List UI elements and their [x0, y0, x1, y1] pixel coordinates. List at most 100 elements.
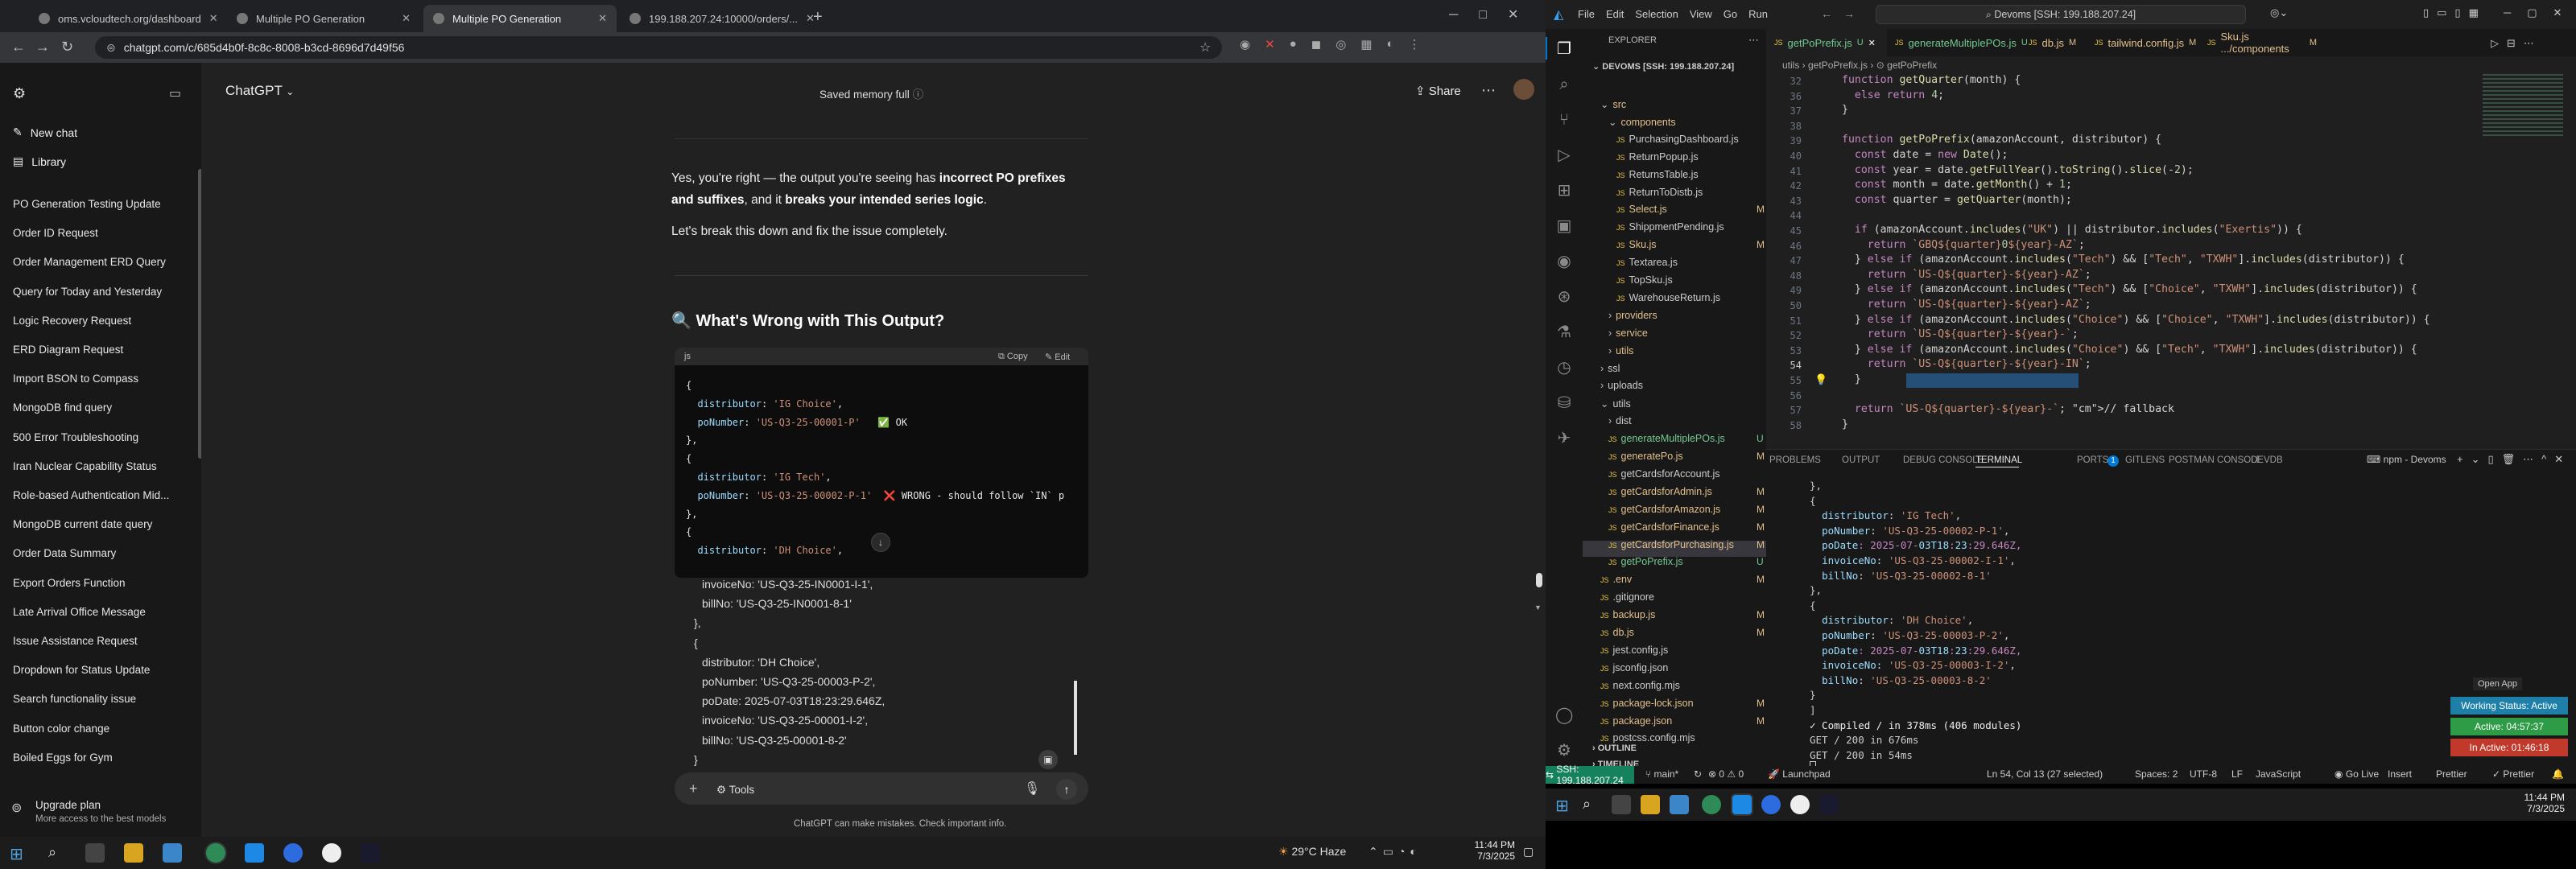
sidebar-history-item[interactable]: Late Arrival Office Message — [13, 606, 146, 618]
git-branch[interactable]: ⑂ main* — [1645, 768, 1678, 780]
file-item[interactable]: JS package-lock.json — [1600, 698, 1694, 709]
sidebar-history-item[interactable]: Order Data Summary — [13, 547, 116, 559]
search-icon[interactable]: ⌕ — [1583, 796, 1591, 813]
task-view-icon[interactable] — [85, 843, 105, 863]
file-item[interactable]: JS backup.js — [1600, 609, 1655, 620]
file-explorer-icon[interactable] — [1641, 795, 1660, 814]
working-status-badge[interactable]: Working Status: Active — [2450, 697, 2568, 715]
testing-icon[interactable]: ⚗ — [1555, 323, 1573, 341]
model-selector[interactable]: ChatGPT ⌄ — [225, 83, 294, 99]
add-attachment-icon[interactable]: + — [689, 780, 698, 797]
source-control-icon[interactable]: ⑂ — [1555, 111, 1573, 129]
file-item[interactable]: JS ShippmentPending.js — [1616, 221, 1724, 233]
app-icon[interactable] — [1819, 795, 1839, 814]
file-item[interactable]: JS getPoPrefix.js — [1608, 556, 1683, 567]
file-item[interactable]: JS getCardsforAmazon.js — [1608, 504, 1720, 515]
sidebar-toggle-icon[interactable]: ▭ — [169, 85, 181, 101]
indentation[interactable]: Spaces: 2 — [2135, 768, 2178, 780]
file-item[interactable]: JS ReturnToDistb.js — [1616, 187, 1703, 198]
encoding[interactable]: UTF-8 — [2190, 768, 2217, 780]
window-controls[interactable]: ─□✕ — [1449, 6, 1539, 23]
scroll-down-icon[interactable]: ↓ — [871, 533, 890, 552]
file-item[interactable]: JS getCardsforAdmin.js — [1608, 486, 1712, 497]
edit-button[interactable]: ✎ Edit — [1045, 352, 1070, 362]
extension-icon[interactable]: ◼ — [1311, 37, 1321, 56]
editor-tab[interactable]: JS Sku.js .../components M — [2199, 29, 2325, 56]
file-item[interactable]: JS ReturnPopup.js — [1616, 151, 1699, 163]
library-button[interactable]: ▤ Library — [13, 154, 66, 168]
end-of-line[interactable]: LF — [2231, 768, 2243, 780]
terminal-selector[interactable]: ⌨ npm - Devoms — [2367, 454, 2446, 465]
window-controls[interactable]: ─▢✕ — [2504, 6, 2576, 19]
timeline-icon[interactable]: ◷ — [1555, 359, 1573, 377]
menu-item[interactable]: Go — [1724, 8, 1737, 20]
sidebar-history-item[interactable]: PO Generation Testing Update — [13, 198, 161, 210]
file-item[interactable]: JS Textarea.js — [1616, 257, 1678, 268]
file-item[interactable]: JS getCardsforAccount.js — [1608, 468, 1720, 480]
cursor-position[interactable]: Ln 54, Col 13 (27 selected) — [1987, 768, 2103, 780]
prettier-status[interactable]: Prettier — [2436, 768, 2467, 780]
folder-item[interactable]: ⌄ utils — [1600, 397, 1631, 410]
nav-back-icon[interactable]: ← — [1821, 7, 1832, 20]
copilot-icon[interactable]: ◎⌄ — [2270, 6, 2288, 19]
extensions-icon[interactable]: ⊞ — [1555, 182, 1573, 200]
browser-tab-po-1[interactable]: Multiple PO Generation ✕ — [227, 5, 420, 32]
editor-tab[interactable]: JS getPoPrefix.js U ✕ — [1766, 29, 1887, 56]
bookmark-star-icon[interactable]: ☆ — [1199, 39, 1211, 56]
outline-section[interactable]: › OUTLINE — [1592, 743, 1637, 753]
nav-forward-icon[interactable]: → — [1843, 7, 1855, 20]
app-icon[interactable] — [1790, 795, 1810, 814]
problems-indicator[interactable]: ⊗ 0 ⚠ 0 — [1708, 768, 1744, 780]
chrome-icon[interactable] — [1702, 795, 1721, 814]
menu-item[interactable]: Selection — [1635, 8, 1678, 20]
sidebar-history-item[interactable]: 500 Error Troubleshooting — [13, 431, 138, 443]
file-item[interactable]: JS .gitignore — [1600, 591, 1654, 603]
file-item[interactable]: JS Sku.js — [1616, 239, 1657, 250]
insert-mode[interactable]: Insert — [2388, 768, 2412, 780]
more-actions-icon[interactable]: ⋯ — [1748, 34, 1759, 47]
openai-logo-icon[interactable]: ⚙ — [13, 85, 26, 102]
sync-icon[interactable]: ↻ — [1694, 768, 1702, 780]
close-icon[interactable]: ✕ — [209, 12, 218, 25]
store-icon[interactable] — [1670, 795, 1689, 814]
memory-status[interactable]: Saved memory full ⓘ — [819, 85, 923, 101]
close-icon[interactable]: ✕ — [402, 12, 411, 25]
sidebar-history-item[interactable]: Boiled Eggs for Gym — [13, 752, 113, 764]
copy-button[interactable]: ⧉ Copy — [998, 352, 1028, 362]
file-item[interactable]: JS jest.config.js — [1600, 645, 1668, 656]
extension-icon[interactable]: ◎ — [1335, 37, 1346, 56]
open-app-button[interactable]: Open App — [2473, 677, 2522, 690]
folder-item[interactable]: › providers — [1608, 310, 1657, 321]
folder-item[interactable]: › dist — [1608, 415, 1632, 426]
folder-item[interactable]: › uploads — [1600, 380, 1643, 391]
more-options-icon[interactable]: ⋯ — [1481, 82, 1496, 99]
extension-icon[interactable]: ▦ — [1360, 37, 1372, 56]
git-graph-icon[interactable]: ⊛ — [1555, 288, 1573, 306]
browser-tab-po-2[interactable]: Multiple PO Generation ✕ — [423, 5, 617, 32]
editor-tab[interactable]: JS db.js M — [2021, 29, 2087, 56]
sidebar-history-item[interactable]: Logic Recovery Request — [13, 315, 131, 327]
avatar[interactable] — [1513, 79, 1534, 100]
menu-item[interactable]: View — [1690, 8, 1712, 20]
sidebar-history-item[interactable]: Role-based Authentication Mid... — [13, 489, 169, 501]
file-item[interactable]: JS jsconfig.json — [1600, 662, 1668, 673]
file-item[interactable]: JS getCardsforFinance.js — [1608, 521, 1719, 533]
file-item[interactable]: JS generateMultiplePOs.js — [1608, 433, 1725, 444]
sidebar-history-item[interactable]: Order ID Request — [13, 227, 98, 239]
editor-tab[interactable]: JS generateMultiplePOs.js U — [1887, 29, 2028, 56]
vscode-icon[interactable] — [1732, 795, 1752, 814]
folder-item[interactable]: ⌄ src — [1600, 98, 1626, 110]
weather-widget[interactable]: ☀ 29°C Haze — [1278, 845, 1346, 859]
editor-actions[interactable]: ▷⊟⋯ — [2491, 37, 2542, 50]
extension-icon[interactable]: ● — [1290, 37, 1297, 56]
menu-item[interactable]: Edit — [1606, 8, 1624, 20]
panel-tab[interactable]: DEVDB — [2251, 455, 2283, 465]
file-item[interactable]: JS .env — [1600, 574, 1632, 585]
sidebar-history-item[interactable]: Issue Assistance Request — [13, 635, 138, 647]
profile-icon[interactable]: ◐ — [1386, 37, 1393, 56]
sidebar-history-item[interactable]: Dropdown for Status Update — [13, 664, 150, 676]
panel-tab[interactable]: GITLENS — [2125, 455, 2165, 465]
sidebar-history-item[interactable]: Button color change — [13, 723, 109, 735]
postman-icon[interactable]: ✈ — [1555, 430, 1573, 447]
file-item[interactable]: JS getCardsforPurchasing.js — [1608, 539, 1734, 550]
